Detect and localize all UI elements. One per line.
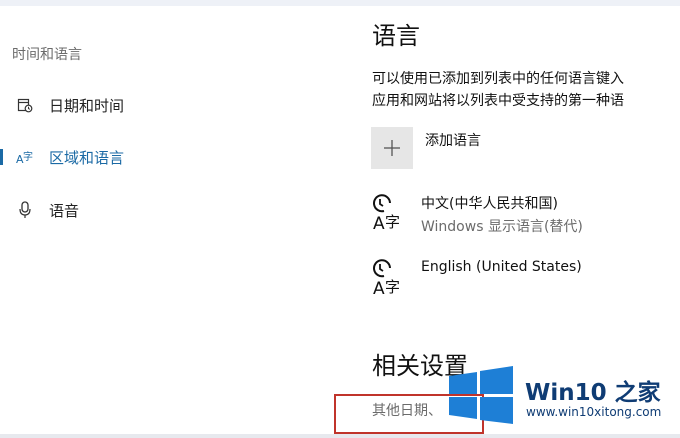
language-name[interactable]: English (United States) xyxy=(421,259,582,275)
plus-icon xyxy=(384,140,400,156)
watermark-url: www.win10xitong.com xyxy=(526,405,662,419)
sidebar-item-date-time[interactable]: 日期和时间 xyxy=(0,91,200,119)
language-subtitle: Windows 显示语言(替代) xyxy=(421,219,583,235)
svg-text:A: A xyxy=(373,279,385,298)
selection-indicator xyxy=(0,149,3,165)
sidebar-item-label: 日期和时间 xyxy=(49,96,125,115)
language-icon: A 字 xyxy=(370,193,410,234)
bottom-strip xyxy=(0,434,680,438)
microphone-icon xyxy=(16,201,34,219)
sidebar-title: 时间和语言 xyxy=(12,47,82,63)
description-line-2: 应用和网站将以列表中受支持的第一种语 xyxy=(372,93,624,109)
calendar-clock-icon xyxy=(16,96,34,114)
svg-text:字: 字 xyxy=(385,213,400,231)
top-strip xyxy=(0,0,680,6)
sidebar-item-region-language[interactable]: A 字 区域和语言 xyxy=(0,143,200,171)
language-icon: A 字 xyxy=(370,258,410,299)
svg-text:字: 字 xyxy=(23,150,33,163)
description-line-1: 可以使用已添加到列表中的任何语言键入 xyxy=(372,71,624,87)
other-date-settings-link[interactable]: 其他日期、 xyxy=(372,400,442,420)
add-language-button[interactable] xyxy=(371,127,413,169)
svg-text:A: A xyxy=(373,214,385,233)
language-name[interactable]: 中文(中华人民共和国) xyxy=(421,193,558,213)
page-title: 语言 xyxy=(372,22,420,50)
watermark-brand: Win10 之家 xyxy=(525,380,661,406)
svg-text:字: 字 xyxy=(385,278,400,296)
sidebar-item-label: 语音 xyxy=(49,201,80,220)
windows-logo-icon xyxy=(449,366,513,424)
add-language-label[interactable]: 添加语言 xyxy=(425,130,481,150)
sidebar-item-speech[interactable]: 语音 xyxy=(0,196,200,224)
sidebar-item-label: 区域和语言 xyxy=(49,148,125,167)
region-language-icon: A 字 xyxy=(16,148,34,166)
